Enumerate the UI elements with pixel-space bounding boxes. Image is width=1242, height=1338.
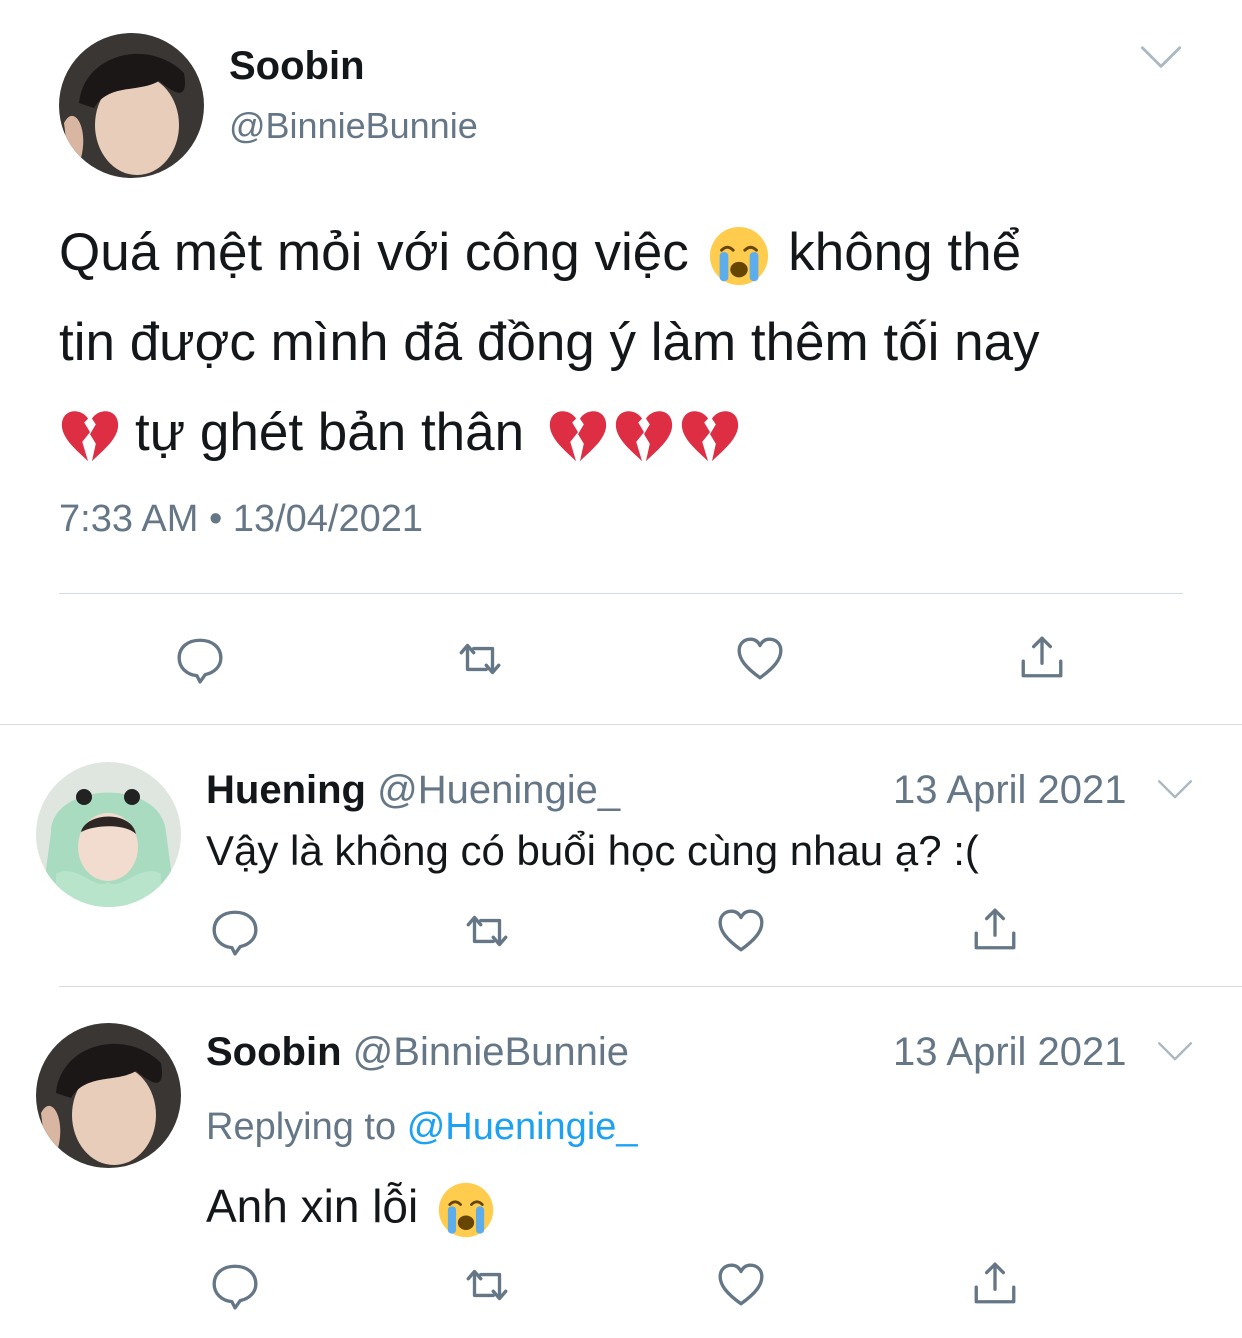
like-icon bbox=[716, 906, 766, 956]
retweet-icon bbox=[455, 634, 505, 684]
reply-button[interactable] bbox=[210, 906, 260, 961]
broken-heart-icon bbox=[59, 405, 121, 467]
reply-author-handle[interactable]: @Hueningie_ bbox=[377, 768, 620, 812]
retweet-icon bbox=[462, 906, 512, 956]
author-name[interactable]: Soobin bbox=[229, 42, 365, 90]
reply-author-handle[interactable]: @BinnieBunnie bbox=[353, 1030, 629, 1074]
divider bbox=[59, 593, 1183, 594]
chevron-down-icon[interactable] bbox=[1138, 44, 1184, 72]
replying-to-prefix: Replying to bbox=[206, 1106, 397, 1148]
share-icon bbox=[970, 1258, 1020, 1308]
share-icon bbox=[1017, 632, 1067, 682]
reply-header: Huening @Hueningie_ bbox=[206, 766, 620, 814]
divider bbox=[59, 986, 1242, 987]
reply-header: Soobin @BinnieBunnie bbox=[206, 1028, 629, 1076]
retweet-button[interactable] bbox=[462, 1260, 512, 1315]
reply-icon bbox=[210, 906, 260, 956]
retweet-icon bbox=[462, 1260, 512, 1310]
tweet-timestamp[interactable]: 7:33 AM • 13/04/2021 bbox=[59, 496, 423, 542]
reply-button[interactable] bbox=[210, 1260, 260, 1315]
share-button[interactable] bbox=[970, 1258, 1020, 1313]
broken-heart-icon bbox=[679, 405, 741, 467]
retweet-button[interactable] bbox=[455, 634, 505, 689]
retweet-button[interactable] bbox=[462, 906, 512, 961]
tweet-text: Quá mệt mỏi với công việc không thể tin … bbox=[59, 208, 1219, 478]
avatar-huening[interactable] bbox=[36, 762, 181, 907]
divider bbox=[0, 724, 1242, 725]
reply-date[interactable]: 13 April 2021 bbox=[893, 1028, 1127, 1076]
reply-date[interactable]: 13 April 2021 bbox=[893, 766, 1127, 814]
share-button[interactable] bbox=[1017, 632, 1067, 687]
replying-to-handle[interactable]: @Hueningie_ bbox=[407, 1106, 638, 1148]
replying-to: Replying to @Hueningie_ bbox=[206, 1104, 638, 1150]
author-handle[interactable]: @BinnieBunnie bbox=[229, 104, 478, 148]
like-icon bbox=[735, 634, 785, 684]
tweet-text-line1a: Quá mệt mỏi với công việc bbox=[59, 223, 689, 282]
like-button[interactable] bbox=[735, 634, 785, 689]
share-button[interactable] bbox=[970, 904, 1020, 959]
chevron-down-icon[interactable] bbox=[1156, 1040, 1194, 1064]
loudly-crying-face-icon bbox=[437, 1181, 495, 1239]
like-icon bbox=[716, 1260, 766, 1310]
reply-icon bbox=[175, 634, 225, 684]
reply-author-name[interactable]: Huening bbox=[206, 768, 366, 812]
reply-icon bbox=[210, 1260, 260, 1310]
reply-text: Vậy là không có buổi học cùng nhau ạ? :( bbox=[206, 827, 979, 874]
like-button[interactable] bbox=[716, 1260, 766, 1315]
chevron-down-icon[interactable] bbox=[1156, 778, 1194, 802]
broken-heart-icon bbox=[547, 405, 609, 467]
broken-heart-icon bbox=[613, 405, 675, 467]
tweet-text-line2: tin được mình đã đồng ý làm thêm tối nay bbox=[59, 313, 1040, 372]
tweet-text-line3: tự ghét bản thân bbox=[135, 403, 525, 462]
avatar-soobin[interactable] bbox=[36, 1023, 181, 1168]
reply-button[interactable] bbox=[175, 634, 225, 689]
like-button[interactable] bbox=[716, 906, 766, 961]
avatar-soobin[interactable] bbox=[59, 33, 204, 178]
reply-text-content: Anh xin lỗi bbox=[206, 1180, 419, 1232]
reply-author-name[interactable]: Soobin bbox=[206, 1030, 342, 1074]
loudly-crying-face-icon bbox=[708, 225, 770, 287]
tweet-text-line1b: không thể bbox=[788, 223, 1022, 282]
share-icon bbox=[970, 904, 1020, 954]
reply-text: Anh xin lỗi bbox=[206, 1176, 495, 1239]
